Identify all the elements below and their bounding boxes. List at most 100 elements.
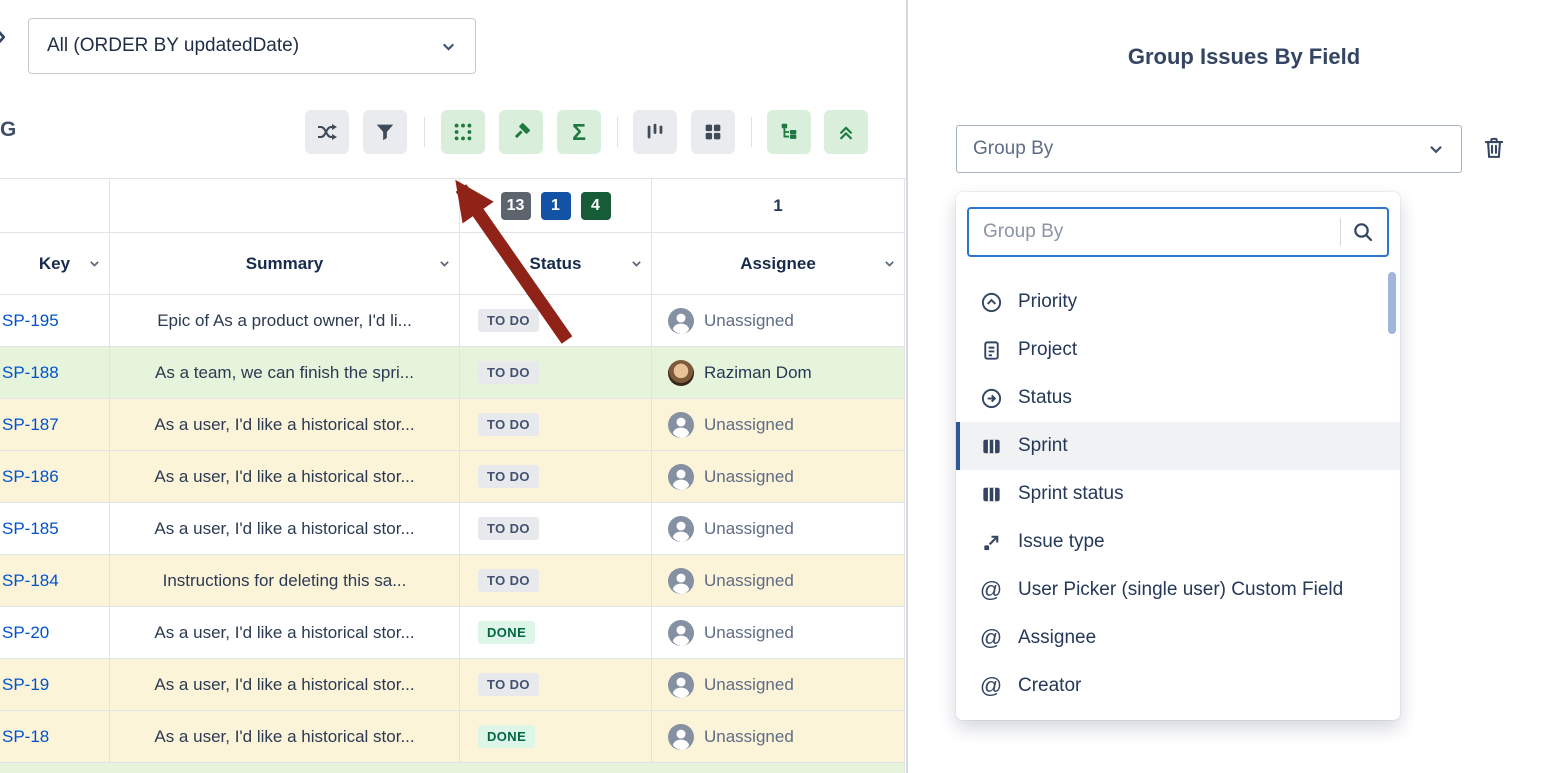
grid-view-button[interactable] [691, 110, 735, 154]
column-filter-button[interactable] [633, 110, 677, 154]
issue-key[interactable]: SP-195 [0, 295, 110, 347]
sort-chevron-icon[interactable] [438, 257, 451, 270]
app-root: › All (ORDER BY updatedDate) G Σ [0, 0, 1543, 773]
option-creator[interactable]: @ Creator [956, 662, 1400, 710]
column-header-label: Summary [246, 254, 323, 274]
sort-chevron-icon[interactable] [88, 257, 101, 270]
option-status[interactable]: Status [956, 374, 1400, 422]
group-by-select[interactable]: Group By [956, 125, 1462, 173]
sort-chevron-icon[interactable] [630, 257, 643, 270]
issue-summary-text: Instructions for deleting this sa... [163, 571, 407, 591]
unassigned-avatar-icon [668, 412, 694, 438]
issue-key-text: SP-195 [2, 311, 59, 331]
option-label: Creator [1018, 675, 1081, 697]
group-by-dropdown: Priority Project Status Sprint Sprint st… [956, 192, 1400, 720]
issue-assignee: Unassigned [652, 503, 905, 555]
at-icon: @ [978, 673, 1004, 699]
group-by-options: Priority Project Status Sprint Sprint st… [956, 278, 1400, 710]
table-row[interactable]: SP-18 As a user, I'd like a historical s… [0, 711, 906, 763]
issue-key[interactable]: SP-184 [0, 555, 110, 607]
table-row[interactable]: SP-186 As a user, I'd like a historical … [0, 451, 906, 503]
sort-chevron-icon[interactable] [883, 257, 896, 270]
issue-key[interactable]: SP-188 [0, 347, 110, 399]
grid-squares-icon [702, 121, 724, 143]
panel-collapse-icon[interactable]: › [0, 14, 7, 57]
issue-key[interactable]: SP-20 [0, 607, 110, 659]
search-icon[interactable] [1351, 220, 1375, 244]
filter-button[interactable] [363, 110, 407, 154]
issue-summary-text: As a user, I'd like a historical stor... [154, 675, 414, 695]
option-priority[interactable]: Priority [956, 278, 1400, 326]
hierarchy-button[interactable] [767, 110, 811, 154]
table-row[interactable]: SP-185 As a user, I'd like a historical … [0, 503, 906, 555]
option-label: Sprint status [1018, 483, 1124, 505]
status-badge: TO DO [478, 569, 539, 592]
issue-key-text: SP-188 [2, 363, 59, 383]
group-by-search-input[interactable] [969, 209, 1340, 255]
issue-status: TO DO [460, 347, 652, 399]
issue-summary: As a user, I'd like a historical stor... [110, 607, 460, 659]
column-header-label: Status [530, 254, 582, 274]
saved-filter-select[interactable]: All (ORDER BY updatedDate) [28, 18, 476, 74]
collapse-all-button[interactable] [824, 110, 868, 154]
table-row[interactable]: SP-187 As a user, I'd like a historical … [0, 399, 906, 451]
filter-icon [374, 121, 396, 143]
issue-assignee: Unassigned [652, 295, 905, 347]
collapse-all-icon [835, 121, 857, 143]
column-header-assignee[interactable]: Assignee [652, 233, 905, 295]
issue-key-text: SP-19 [2, 675, 49, 695]
issue-table: 13 1 4 1 Key Summary Status Assignee [0, 178, 906, 773]
table-row[interactable]: SP-195 Epic of As a product owner, I'd l… [0, 295, 906, 347]
issue-assignee: Unassigned [652, 451, 905, 503]
sprint-icon [980, 435, 1003, 458]
issue-summary-text: As a team, we can finish the spri... [155, 363, 414, 383]
option-label: Issue type [1018, 531, 1105, 553]
issue-key[interactable]: SP-185 [0, 503, 110, 555]
option-sprint-status[interactable]: Sprint status [956, 470, 1400, 518]
issue-summary-text: Epic of As a product owner, I'd li... [157, 311, 412, 331]
issue-key-text: SP-20 [2, 623, 49, 643]
issue-assignee: Unassigned [652, 711, 905, 763]
issue-summary-text: As a user, I'd like a historical stor... [154, 727, 414, 747]
column-header-key[interactable]: Key [0, 233, 110, 295]
issue-summary-text: As a user, I'd like a historical stor... [154, 623, 414, 643]
issue-key[interactable]: SP-18 [0, 711, 110, 763]
sum-button[interactable]: Σ [557, 110, 601, 154]
option-assignee[interactable]: @ Assignee [956, 614, 1400, 662]
option-issue-type[interactable]: Issue type [956, 518, 1400, 566]
table-row[interactable]: SP-188 As a team, we can finish the spri… [0, 347, 906, 399]
formatting-button[interactable] [499, 110, 543, 154]
formatting-icon [510, 121, 532, 143]
issue-key[interactable]: SP-19 [0, 659, 110, 711]
column-header-status[interactable]: Status [460, 233, 652, 295]
issue-status: TO DO [460, 399, 652, 451]
table-row[interactable]: SP-184 Instructions for deleting this sa… [0, 555, 906, 607]
option-sprint[interactable]: Sprint [956, 422, 1400, 470]
assignee-name: Unassigned [704, 311, 794, 331]
issue-key[interactable]: SP-187 [0, 399, 110, 451]
column-header-summary[interactable]: Summary [110, 233, 460, 295]
toolbar-divider [617, 117, 618, 147]
toolbar-divider [751, 117, 752, 147]
option-user-picker[interactable]: @ User Picker (single user) Custom Field [956, 566, 1400, 614]
issue-summary: As a user, I'd like a historical stor... [110, 399, 460, 451]
issue-summary-text: As a user, I'd like a historical stor... [154, 415, 414, 435]
table-row[interactable]: SP-19 As a user, I'd like a historical s… [0, 659, 906, 711]
option-label: Status [1018, 387, 1072, 409]
saved-filter-value: All (ORDER BY updatedDate) [47, 35, 299, 57]
status-badge: TO DO [478, 673, 539, 696]
shuffle-button[interactable] [305, 110, 349, 154]
unassigned-avatar-icon [668, 516, 694, 542]
table-row-partial [0, 763, 905, 773]
group-by-button[interactable] [441, 110, 485, 154]
header-row: Key Summary Status Assignee [0, 233, 906, 295]
option-project[interactable]: Project [956, 326, 1400, 374]
issue-key[interactable]: SP-186 [0, 451, 110, 503]
delete-group-button[interactable] [1478, 133, 1510, 165]
assignee-name: Unassigned [704, 415, 794, 435]
at-icon: @ [978, 625, 1004, 651]
table-row[interactable]: SP-20 As a user, I'd like a historical s… [0, 607, 906, 659]
group-by-dots-icon [452, 121, 474, 143]
clipped-label: G [0, 118, 16, 142]
issue-status: TO DO [460, 503, 652, 555]
